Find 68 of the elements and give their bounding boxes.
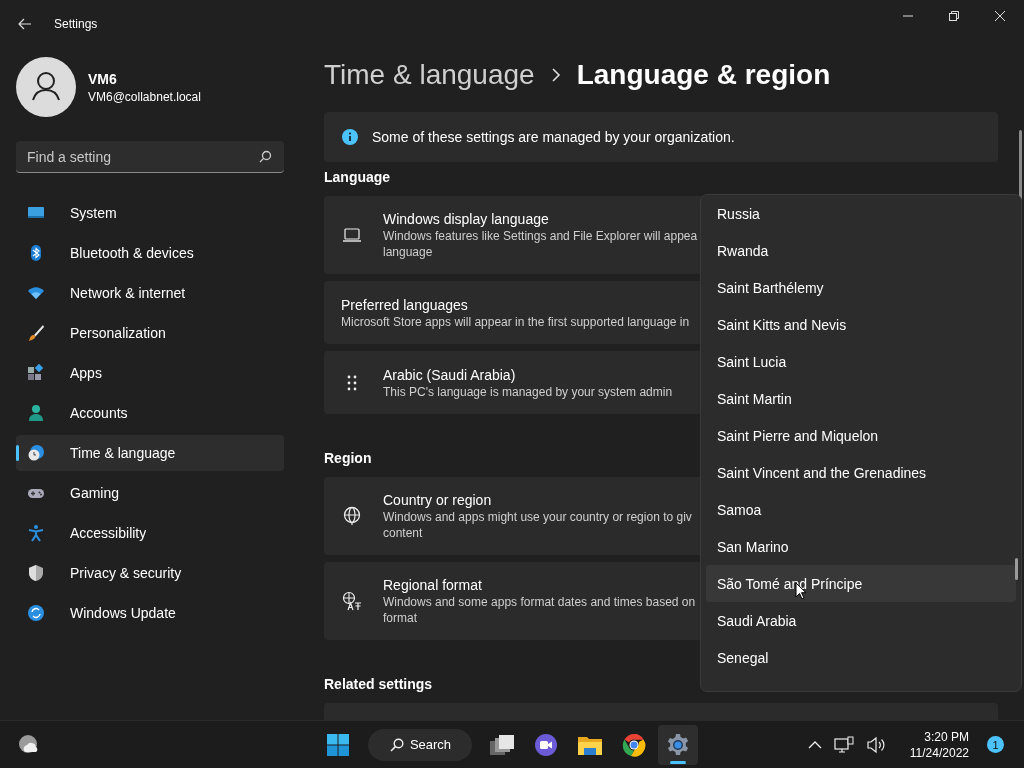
- access-icon: [27, 524, 45, 542]
- nav-item[interactable]: Time & language: [16, 435, 284, 471]
- section-heading: Language: [324, 168, 392, 186]
- info-icon: [342, 129, 358, 145]
- browser-icon: [622, 732, 647, 757]
- section-heading: Region: [324, 449, 373, 467]
- card-title: Arabic (Saudi Arabia): [383, 365, 517, 384]
- card-description: content: [383, 525, 424, 541]
- chevron-icon: [550, 68, 561, 82]
- window-title: Settings: [54, 17, 98, 31]
- nav-item[interactable]: Network & internet: [16, 275, 284, 311]
- taskbar-search[interactable]: Search: [367, 728, 473, 761]
- card-title: Country or region: [383, 491, 493, 509]
- card-description: format: [383, 610, 418, 626]
- apps-icon: [27, 364, 45, 382]
- card-description: This PC's language is managed by your system admin: [383, 383, 673, 400]
- nav-item[interactable]: Gaming: [16, 475, 284, 511]
- nav-item[interactable]: Privacy & security: [16, 555, 284, 591]
- restore-icon[interactable]: [948, 10, 960, 22]
- laptop-icon: [342, 227, 362, 243]
- clock[interactable]: 3:20 PM 11/24/2022: [909, 728, 969, 761]
- card-title: Preferred languages: [341, 295, 469, 314]
- nav-item[interactable]: Windows Update: [16, 595, 284, 631]
- back-icon[interactable]: [18, 18, 32, 30]
- nav-item[interactable]: Apps: [16, 355, 284, 391]
- card-description: Windows features like Settings and File Explorer will appea: [383, 228, 698, 244]
- search-field[interactable]: Find a setting: [16, 141, 284, 173]
- card-title: Regional format: [383, 576, 483, 594]
- person-icon: [27, 404, 45, 422]
- globe-format-icon: [342, 591, 362, 611]
- close-icon[interactable]: [994, 10, 1006, 22]
- card-title: Windows display language: [383, 210, 550, 228]
- scrollbar-thumb[interactable]: [1015, 558, 1018, 580]
- nav-item[interactable]: Accessibility: [16, 515, 284, 551]
- card-description: Microsoft Store apps will appear in the first supported language in: [341, 313, 690, 330]
- page-title: Language & region: [576, 58, 831, 92]
- section-heading: Related settings: [324, 675, 434, 693]
- wifi-icon: [27, 284, 45, 302]
- card-description: Windows and some apps format dates and times based on: [383, 594, 696, 610]
- clock-icon: [27, 444, 45, 462]
- nav-item[interactable]: System: [16, 195, 284, 231]
- shield-icon: [27, 564, 45, 582]
- chevron-up-icon[interactable]: [807, 739, 822, 750]
- dropdown-option[interactable]: Saint Pierre and Miquelon: [706, 417, 1016, 454]
- video-chat-icon: [534, 732, 559, 757]
- search-icon: [259, 150, 272, 163]
- user-email: VM6@collabnet.local: [88, 89, 201, 104]
- card-description: Windows and apps might use your country or region to giv: [383, 509, 692, 525]
- update-icon: [27, 604, 45, 622]
- user-name: VM6: [88, 70, 118, 87]
- search-icon: [389, 737, 404, 752]
- notification-badge[interactable]: 1: [987, 736, 1004, 753]
- nav-item[interactable]: Personalization: [16, 315, 284, 351]
- brush-icon: [27, 324, 45, 342]
- notice-text: Some of these settings are managed by your organization.: [372, 129, 735, 145]
- globe-icon: [342, 506, 362, 526]
- windows-stack-icon: [489, 733, 516, 756]
- breadcrumb-link[interactable]: Time & language: [324, 58, 535, 92]
- card-description: language: [383, 244, 434, 260]
- avatar-icon: [16, 57, 76, 117]
- nav-item[interactable]: Accounts: [16, 395, 284, 431]
- nav-item[interactable]: Bluetooth & devices: [16, 235, 284, 271]
- volume-icon[interactable]: [865, 735, 886, 754]
- taskbar-app[interactable]: [658, 724, 699, 765]
- gear-icon: [666, 732, 691, 757]
- dropdown-option[interactable]: Senegal: [706, 639, 1016, 676]
- start-icon[interactable]: [325, 732, 350, 757]
- network-icon[interactable]: [833, 735, 854, 754]
